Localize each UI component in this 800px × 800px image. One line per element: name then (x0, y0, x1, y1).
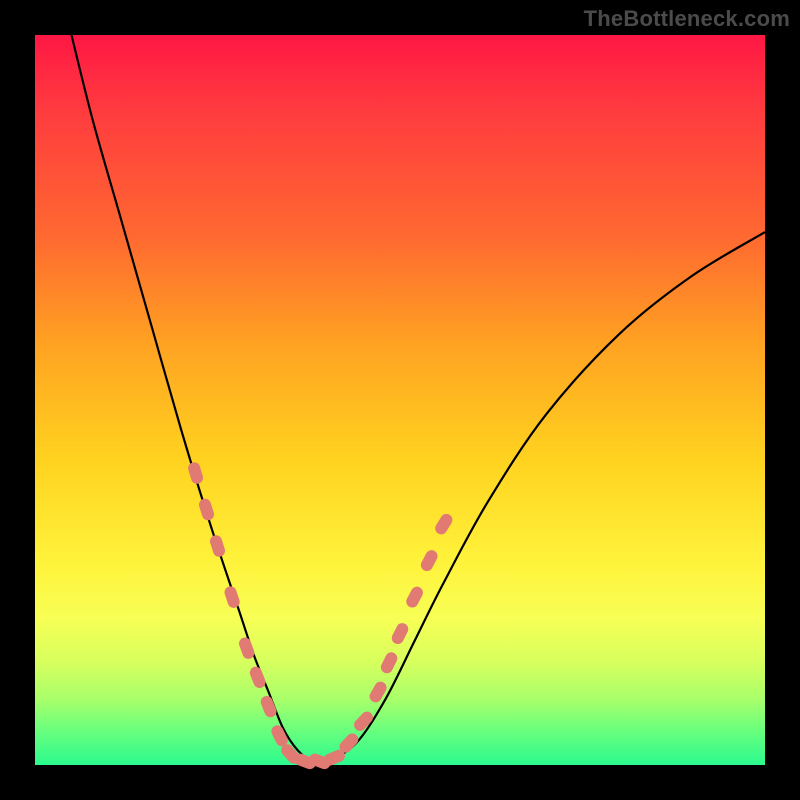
marker-bead (433, 512, 455, 537)
marker-bead (259, 694, 278, 719)
watermark-text: TheBottleneck.com (584, 6, 790, 32)
marker-bead (390, 621, 411, 646)
marker-bead (197, 497, 215, 522)
marker-bead (248, 665, 267, 690)
chart-frame: TheBottleneck.com (0, 0, 800, 800)
marker-bead (404, 585, 425, 610)
marker-bead (379, 650, 400, 675)
plot-area (35, 35, 765, 765)
marker-group (187, 461, 455, 771)
marker-bead (187, 461, 205, 486)
curve-layer (35, 35, 765, 765)
marker-bead (208, 534, 226, 559)
bottleneck-curve (72, 35, 766, 763)
marker-bead (237, 636, 256, 661)
marker-bead (419, 548, 440, 573)
